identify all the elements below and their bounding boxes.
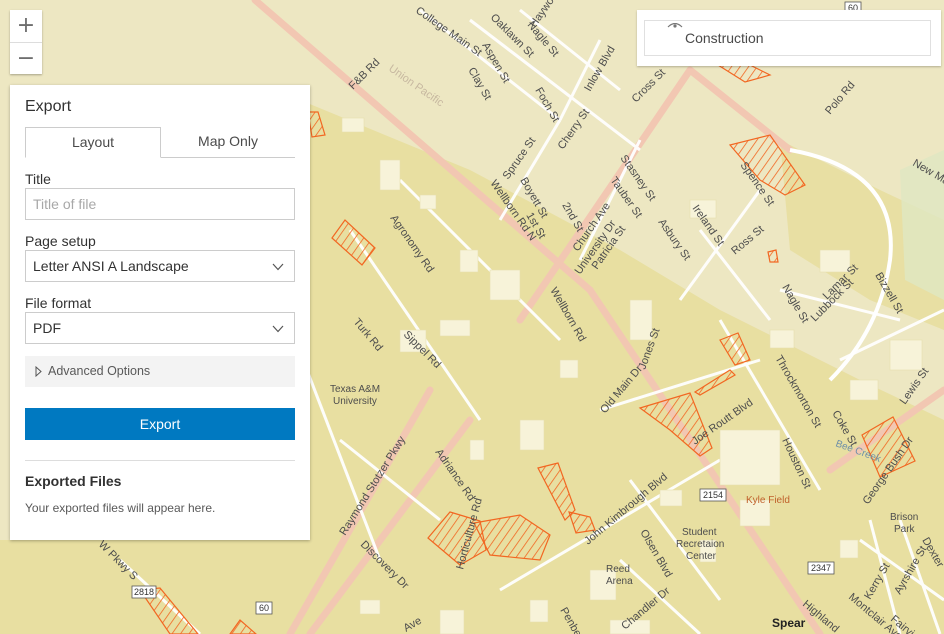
exported-files-empty-text: Your exported files will appear here.: [25, 501, 216, 515]
map-label: Recretaion: [676, 539, 724, 550]
page-setup-value: Letter ANSI A Landscape: [33, 258, 189, 274]
panel-title: Export: [25, 98, 72, 115]
export-tabs: Layout Map Only: [25, 127, 295, 158]
title-label: Title: [25, 171, 51, 187]
map-label: Spear: [772, 616, 806, 630]
chevron-down-icon: [272, 263, 284, 271]
zoom-out-button[interactable]: −: [10, 42, 42, 74]
eye-icon[interactable]: [667, 23, 683, 31]
layer-item-construction[interactable]: Construction: [644, 20, 931, 56]
page-setup-select[interactable]: Letter ANSI A Landscape: [25, 250, 295, 282]
tab-layout[interactable]: Layout: [25, 127, 161, 158]
map-label: University: [333, 396, 377, 407]
map-label: Arena: [606, 576, 633, 587]
divider: [25, 460, 295, 461]
map-label: Student: [682, 527, 717, 538]
map-label: Kyle Field: [746, 495, 790, 506]
export-panel: Export Layout Map Only Title Page setup …: [10, 85, 310, 540]
file-format-value: PDF: [33, 320, 61, 336]
layer-label: Construction: [685, 30, 764, 46]
file-format-select[interactable]: PDF: [25, 312, 295, 344]
layer-list: Construction: [637, 10, 941, 66]
chevron-down-icon: [272, 325, 284, 333]
zoom-in-button[interactable]: +: [10, 10, 42, 42]
exported-files-heading: Exported Files: [25, 473, 122, 489]
advanced-options-toggle[interactable]: Advanced Options: [25, 356, 295, 387]
export-button[interactable]: Export: [25, 408, 295, 440]
title-input[interactable]: [25, 188, 295, 220]
advanced-options-label: Advanced Options: [48, 364, 151, 378]
tab-map-only[interactable]: Map Only: [161, 127, 295, 157]
zoom-control: + −: [10, 10, 42, 74]
map-label: Center: [686, 551, 717, 562]
route-shield: 2347: [811, 563, 831, 573]
page-setup-label: Page setup: [25, 233, 96, 249]
file-format-label: File format: [25, 295, 92, 311]
map-label: Brison: [890, 512, 918, 523]
route-shield: 2818: [134, 587, 154, 597]
route-shield: 2154: [703, 490, 723, 500]
route-shield: 60: [259, 603, 269, 613]
map-label: Reed: [606, 564, 630, 575]
map-label: Park: [894, 524, 916, 535]
caret-right-icon: [35, 366, 42, 378]
map-label: Texas A&M: [330, 384, 380, 395]
